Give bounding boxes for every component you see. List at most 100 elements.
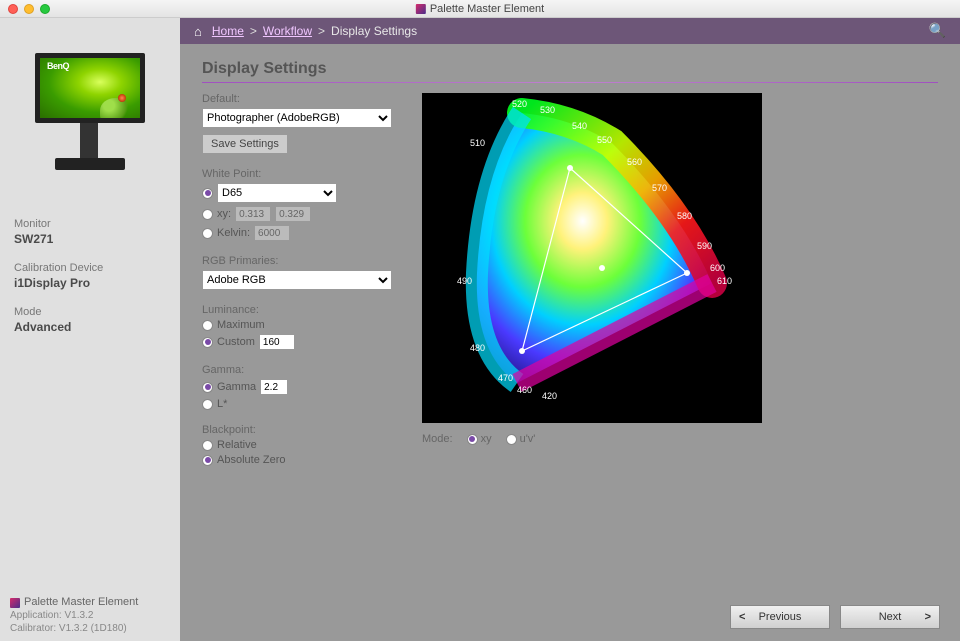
gamma-value-input[interactable]	[260, 379, 288, 395]
mode-uv-radio[interactable]	[506, 434, 517, 445]
breadcrumb-workflow-link[interactable]: Workflow	[263, 24, 312, 38]
mode-xy-label: xy	[481, 433, 492, 445]
rgb-label: RGB Primaries:	[202, 255, 402, 267]
whitepoint-y-input[interactable]	[275, 206, 311, 222]
window-title: Palette Master Element	[416, 3, 544, 15]
sidebar-monitor-value: SW271	[14, 232, 166, 246]
sidebar: BenQ Monitor SW271 Calibration Device i1…	[0, 18, 180, 641]
whitepoint-kelvin-radio[interactable]	[202, 228, 213, 239]
nav-buttons: < Previous Next >	[730, 605, 940, 629]
window-title-text: Palette Master Element	[430, 3, 544, 15]
mode-uv-label: u'v'	[520, 433, 536, 445]
page-title: Display Settings	[202, 60, 938, 78]
sidebar-mode-value: Advanced	[14, 320, 166, 334]
previous-button[interactable]: < Previous	[730, 605, 830, 629]
footer-calibrator-version: Calibrator: V1.3.2 (1D180)	[10, 622, 138, 635]
wl-490: 490	[457, 276, 472, 286]
breadcrumb-home-link[interactable]: Home	[212, 24, 244, 38]
home-icon[interactable]: ⌂	[194, 24, 202, 39]
main-panel: ⌂ Home > Workflow > Display Settings 🔍 D…	[180, 18, 960, 641]
luminance-max-radio[interactable]	[202, 320, 213, 331]
whitepoint-kelvin-label: Kelvin:	[217, 227, 250, 239]
wl-420: 420	[542, 391, 557, 401]
wl-610: 610	[717, 276, 732, 286]
breadcrumb-current: Display Settings	[331, 24, 417, 38]
next-button[interactable]: Next >	[840, 605, 940, 629]
blackpoint-relative-radio[interactable]	[202, 440, 213, 451]
breadcrumb-sep: >	[250, 24, 257, 38]
gamma-gamma-radio[interactable]	[202, 382, 213, 393]
benq-logo: BenQ	[47, 61, 69, 71]
sidebar-device-group: Calibration Device i1Display Pro	[14, 262, 166, 290]
wl-550: 550	[597, 135, 612, 145]
wl-510: 510	[470, 138, 485, 148]
luminance-label: Luminance:	[202, 304, 402, 316]
whitepoint-kelvin-input[interactable]	[254, 225, 290, 241]
chevron-right-icon: >	[925, 611, 931, 623]
next-button-label: Next	[879, 611, 902, 623]
sidebar-footer: Palette Master Element Application: V1.3…	[10, 596, 138, 635]
diagram-mode-row: Mode: xy u'v'	[422, 433, 938, 445]
default-label: Default:	[202, 93, 402, 105]
luminance-custom-radio[interactable]	[202, 337, 213, 348]
wl-540: 540	[572, 121, 587, 131]
breadcrumb-sep: >	[318, 24, 325, 38]
chevron-left-icon: <	[739, 611, 745, 623]
monitor-image: BenQ	[25, 38, 155, 188]
luminance-section: Luminance: Maximum Custom	[202, 304, 402, 350]
gamma-gamma-label: Gamma	[217, 381, 256, 393]
gamma-section: Gamma: Gamma L*	[202, 364, 402, 410]
rgb-select[interactable]: Adobe RGB	[202, 270, 392, 290]
blackpoint-absolute-label: Absolute Zero	[217, 454, 285, 466]
sidebar-mode-label: Mode	[14, 306, 166, 318]
mode-label: Mode:	[422, 433, 453, 445]
wl-560: 560	[627, 157, 642, 167]
wl-470: 470	[498, 373, 513, 383]
title-divider	[202, 82, 938, 83]
cie-chromaticity-diagram: 520 530 540 550 560 570 580 590 600 610 …	[422, 93, 762, 423]
app-icon	[416, 4, 426, 14]
close-window-button[interactable]	[8, 4, 18, 14]
default-section: Default: Photographer (AdobeRGB) Save Se…	[202, 93, 402, 154]
whitepoint-d65-radio[interactable]	[202, 188, 213, 199]
blackpoint-absolute-radio[interactable]	[202, 455, 213, 466]
footer-app-version: Application: V1.3.2	[10, 609, 138, 622]
luminance-value-input[interactable]	[259, 334, 295, 350]
window-controls	[8, 4, 50, 14]
search-icon[interactable]: 🔍	[929, 22, 946, 39]
whitepoint-xy-radio[interactable]	[202, 209, 213, 220]
blackpoint-relative-label: Relative	[217, 439, 257, 451]
wl-460: 460	[517, 385, 532, 395]
blackpoint-label: Blackpoint:	[202, 424, 402, 436]
wl-590: 590	[697, 241, 712, 251]
wl-570: 570	[652, 183, 667, 193]
sidebar-device-value: i1Display Pro	[14, 276, 166, 290]
gamma-label: Gamma:	[202, 364, 402, 376]
wl-580: 580	[677, 211, 692, 221]
sidebar-device-label: Calibration Device	[14, 262, 166, 274]
footer-app-name: Palette Master Element	[24, 596, 138, 609]
whitepoint-section: White Point: D65 xy:	[202, 168, 402, 241]
mode-xy-radio[interactable]	[467, 434, 478, 445]
whitepoint-xy-label: xy:	[217, 208, 231, 220]
default-select[interactable]: Photographer (AdobeRGB)	[202, 108, 392, 128]
minimize-window-button[interactable]	[24, 4, 34, 14]
wl-530: 530	[540, 105, 555, 115]
sidebar-mode-group: Mode Advanced	[14, 306, 166, 334]
footer-app-icon	[10, 598, 20, 608]
gamma-lstar-radio[interactable]	[202, 399, 213, 410]
sidebar-monitor-group: Monitor SW271	[14, 218, 166, 246]
whitepoint-x-input[interactable]	[235, 206, 271, 222]
whitepoint-label: White Point:	[202, 168, 402, 180]
wl-480: 480	[470, 343, 485, 353]
wl-520: 520	[512, 99, 527, 109]
save-settings-button[interactable]: Save Settings	[202, 134, 288, 154]
luminance-max-label: Maximum	[217, 319, 265, 331]
window-titlebar: Palette Master Element	[0, 0, 960, 18]
whitepoint-d65-select[interactable]: D65	[217, 183, 337, 203]
maximize-window-button[interactable]	[40, 4, 50, 14]
rgb-section: RGB Primaries: Adobe RGB	[202, 255, 402, 290]
blackpoint-section: Blackpoint: Relative Absolute Zero	[202, 424, 402, 466]
previous-button-label: Previous	[759, 611, 802, 623]
breadcrumb: ⌂ Home > Workflow > Display Settings 🔍	[180, 18, 960, 44]
